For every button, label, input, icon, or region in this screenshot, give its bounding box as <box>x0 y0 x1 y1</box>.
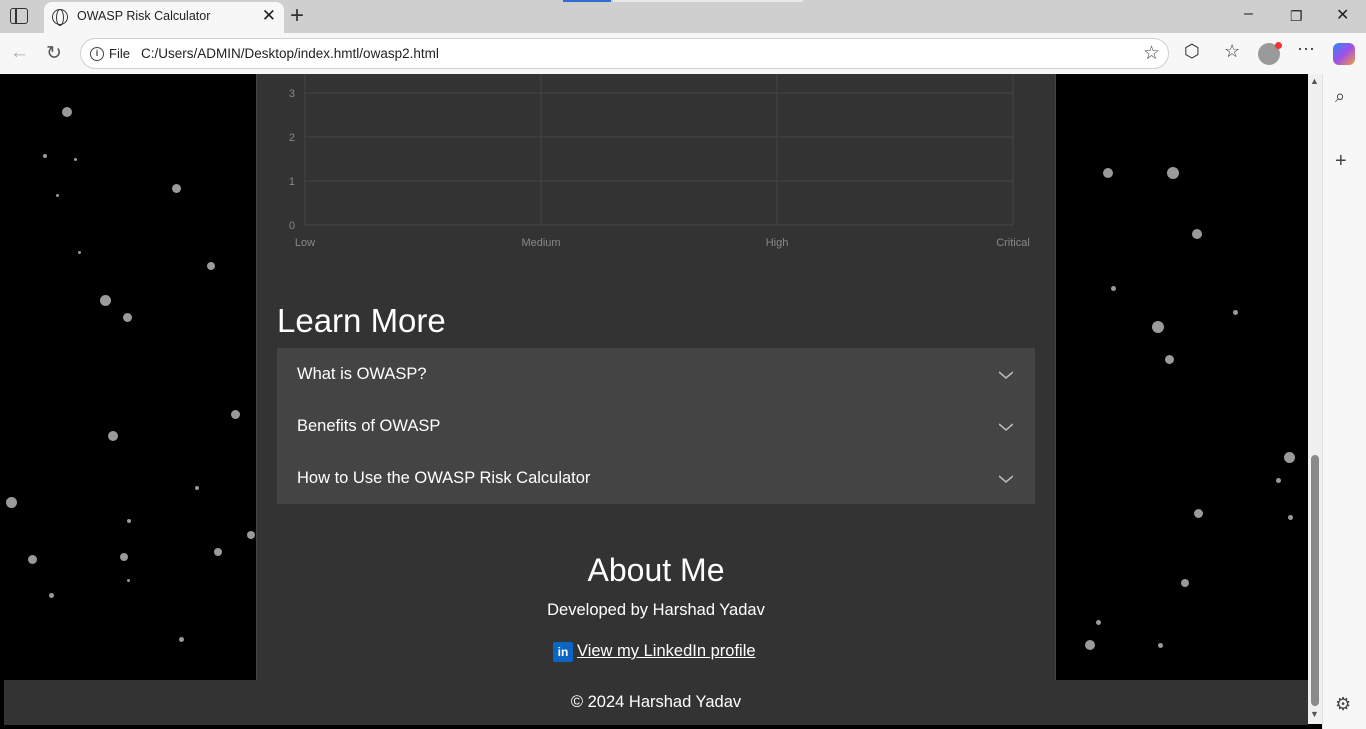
particle-dot <box>28 555 37 564</box>
add-icon[interactable]: + <box>1335 150 1347 173</box>
accordion-item-benefits-of-owasp[interactable]: Benefits of OWASP <box>277 400 1035 452</box>
extensions-icon[interactable]: ⬡ <box>1184 41 1200 62</box>
globe-icon <box>52 9 68 26</box>
tab-owasp-risk-calculator[interactable]: OWASP Risk Calculator ✕ <box>44 2 284 33</box>
particle-dot <box>1152 321 1164 333</box>
close-window-button[interactable]: ✕ <box>1336 5 1349 25</box>
tab-strip-accent <box>563 0 611 2</box>
particle-dot <box>1103 168 1113 178</box>
particle-dot <box>214 548 222 556</box>
particle-dot <box>62 107 72 117</box>
particle-dot <box>1181 579 1189 587</box>
refresh-button[interactable]: ↻ <box>46 42 62 65</box>
minimize-button[interactable]: – <box>1244 5 1253 23</box>
profile-notification-dot <box>1275 42 1282 49</box>
restore-button[interactable]: ❐ <box>1290 8 1303 25</box>
particle-dot <box>231 410 240 419</box>
particle-dot <box>78 251 81 254</box>
address-url[interactable]: C:/Users/ADMIN/Desktop/index.hmtl/owasp2… <box>141 46 439 61</box>
page-viewport: 0 1 2 3 Low Medium High Critical Learn More Wha… <box>4 74 1308 725</box>
chevron-down-icon[interactable] <box>999 368 1013 382</box>
copilot-icon[interactable] <box>1333 43 1355 65</box>
address-bar[interactable]: i File C:/Users/ADMIN/Desktop/index.hmtl… <box>80 38 1169 69</box>
particle-dot <box>1192 229 1202 239</box>
particle-dot <box>1096 620 1101 625</box>
gear-icon[interactable]: ⚙ <box>1335 694 1351 715</box>
linkedin-icon: in <box>553 642 573 662</box>
browser-side-panel: ⌕ + ⚙ <box>1322 74 1366 729</box>
particle-dot <box>56 194 59 197</box>
particle-dot <box>120 553 128 561</box>
chevron-down-icon[interactable] <box>999 472 1013 486</box>
scrollbar-thumb[interactable] <box>1311 455 1319 706</box>
back-button[interactable]: ← <box>10 42 29 64</box>
learn-more-title: Learn More <box>277 302 446 339</box>
risk-chart: 0 1 2 3 Low Medium High Critical <box>289 74 1030 249</box>
page-footer: © 2024 Harshad Yadav <box>4 680 1308 725</box>
address-scheme: File <box>109 46 130 61</box>
chart-x-tick-label: High <box>766 237 789 249</box>
particle-dot <box>1167 167 1179 179</box>
chart-x-tick-label: Low <box>295 237 315 249</box>
particle-dot <box>43 154 47 158</box>
favorites-icon[interactable]: ☆ <box>1224 41 1240 62</box>
chart-x-tick-label: Medium <box>521 237 560 249</box>
particle-dot <box>100 295 111 306</box>
accordion-label: What is OWASP? <box>297 365 427 383</box>
close-tab-icon[interactable]: ✕ <box>262 6 276 26</box>
particle-dot <box>123 313 132 322</box>
particle-dot <box>1284 452 1295 463</box>
particle-dot <box>172 184 181 193</box>
particle-dot <box>108 431 118 441</box>
particle-dot <box>1111 286 1116 291</box>
tab-title: OWASP Risk Calculator <box>77 9 211 23</box>
chevron-down-icon[interactable] <box>999 420 1013 434</box>
accordion-label: Benefits of OWASP <box>297 417 441 435</box>
particle-dot <box>195 486 199 490</box>
about-me-title: About Me <box>587 552 725 588</box>
developer-credit: Developed by Harshad Yadav <box>547 601 765 619</box>
chart-y-tick-label: 0 <box>289 220 295 232</box>
search-icon[interactable]: ⌕ <box>1335 86 1345 107</box>
footer-copyright: © 2024 Harshad Yadav <box>570 693 742 711</box>
particle-dot <box>49 593 54 598</box>
particle-dot <box>1085 640 1095 650</box>
particle-dot <box>1233 310 1238 315</box>
particle-dot <box>247 531 255 539</box>
more-options-icon[interactable]: ··· <box>1297 38 1315 59</box>
tab-strip-accent-2 <box>613 0 803 2</box>
chart-x-tick-label: Critical <box>996 237 1030 249</box>
chart-y-tick-label: 1 <box>289 176 295 188</box>
particle-dot <box>127 519 131 523</box>
particle-dot <box>1276 478 1281 483</box>
chart-y-tick-label: 3 <box>289 88 295 100</box>
scroll-up-arrow[interactable]: ▲ <box>1310 76 1319 86</box>
chart-y-tick-label: 2 <box>289 132 295 144</box>
particle-dot <box>1194 509 1203 518</box>
particle-dot <box>127 579 130 582</box>
linkedin-link-text[interactable]: View my LinkedIn profile <box>577 642 756 661</box>
favorite-star-icon[interactable]: ☆ <box>1143 42 1160 65</box>
main-container: 0 1 2 3 Low Medium High Critical Learn More Wha… <box>256 74 1056 680</box>
scroll-down-arrow[interactable]: ▼ <box>1310 709 1319 719</box>
new-tab-button[interactable]: + <box>290 2 304 30</box>
particle-dot <box>1165 355 1174 364</box>
browser-toolbar: ← ↻ i File C:/Users/ADMIN/Desktop/index.… <box>0 33 1366 74</box>
accordion-item-how-to-use[interactable]: How to Use the OWASP Risk Calculator <box>277 452 1035 504</box>
particle-dot <box>207 262 215 270</box>
browser-tab-bar: OWASP Risk Calculator ✕ + – ❐ ✕ <box>0 0 1366 33</box>
particle-dot <box>179 637 184 642</box>
learn-more-accordion: What is OWASP? Benefits of OWASP How to … <box>277 348 1035 504</box>
info-icon[interactable]: i <box>90 47 104 61</box>
particle-dot <box>1158 643 1163 648</box>
accordion-label: How to Use the OWASP Risk Calculator <box>297 469 591 487</box>
tab-actions-icon[interactable] <box>10 8 28 24</box>
particle-dot <box>6 497 17 508</box>
particle-dot <box>74 158 77 161</box>
particle-dot <box>1288 515 1293 520</box>
accordion-item-what-is-owasp[interactable]: What is OWASP? <box>277 348 1035 400</box>
